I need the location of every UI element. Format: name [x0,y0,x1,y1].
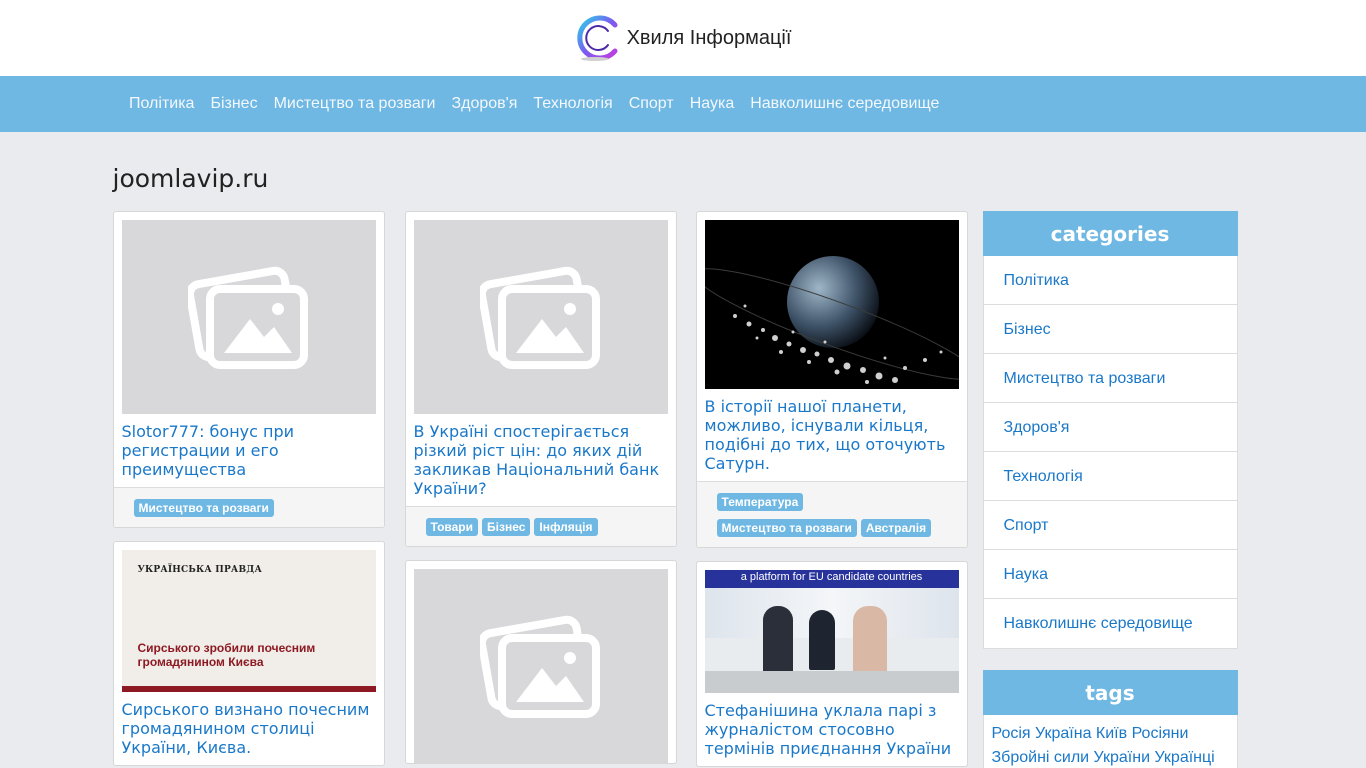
image-person-3 [852,606,887,676]
category-link[interactable]: Наука [983,550,1237,599]
image-placeholder-icon [479,266,600,369]
category-link[interactable]: Спорт [983,501,1237,550]
article-tags: Температура Мистецтво та розваги Австрал… [696,481,967,547]
category-link[interactable]: Технологія [983,452,1237,501]
tag-link[interactable]: Росія [992,725,1031,742]
nav-item-environment[interactable]: Навколишнє середовище [750,95,939,113]
tag-badge[interactable]: Товари [425,518,479,536]
article-thumbnail[interactable] [413,569,668,763]
sidebar: categories Політика Бізнес Мистецтво та … [982,211,1238,768]
image-placeholder-icon [187,266,308,369]
nav-item-politics[interactable]: Політика [129,95,194,113]
category-link[interactable]: Здоров'я [983,403,1237,452]
tag-badge[interactable]: Мистецтво та розваги [133,499,274,517]
article-tags: Товари Бізнес Інфляція [405,506,676,546]
article-title-link[interactable]: Стефанішина уклала парі з журналістом ст… [697,693,967,766]
main-nav: Політика Бізнес Мистецтво та розваги Здо… [0,76,1366,132]
article-title-link[interactable]: Slotor777: бонус при регистрации и его п… [114,414,384,487]
tags-heading: tags [982,670,1238,715]
page-title: joomlavip.ru [112,164,269,193]
nav-item-sport[interactable]: Спорт [629,95,674,113]
tag-link[interactable]: Росіяни [1132,725,1189,742]
image-text: Сирського зробили почесним громадянином … [137,641,316,669]
categories-heading: categories [982,211,1238,256]
article-card: В Україні спостерігається різкий ріст ці… [404,211,677,547]
tag-cloud: Росія Україна Київ Росіяни Збройні сили … [982,715,1238,768]
image-person-2 [808,610,835,670]
article-thumbnail[interactable]: a platform for EU candidate countries [704,570,959,693]
planet-image [704,220,959,389]
categories-widget: categories Політика Бізнес Мистецтво та … [982,211,1238,649]
article-title-link[interactable]: В Україні спостерігається різкий ріст ці… [406,414,676,506]
tags-widget: tags Росія Україна Київ Росіяни Збройні … [982,670,1238,768]
article-card: В історії нашої планети, можливо, існува… [695,211,968,548]
category-link[interactable]: Політика [983,256,1237,305]
image-heading: УКРАЇНСЬКА ПРАВДА [137,565,262,575]
image-placeholder-icon [479,615,600,718]
article-column-2: В Україні спостерігається різкий ріст ці… [404,211,677,768]
tag-badge[interactable]: Австралія [860,519,932,537]
nav-item-business[interactable]: Бізнес [210,95,257,113]
article-column-1: Slotor777: бонус при регистрации и его п… [112,211,385,768]
image-bottom-bar [121,686,376,692]
article-thumbnail[interactable] [121,220,376,414]
image-person-1 [762,606,793,676]
article-card [404,560,677,764]
image-banner-text: a platform for EU candidate countries [740,571,923,583]
tag-link[interactable]: Українці [1154,749,1214,766]
article-thumbnail[interactable]: УКРАЇНСЬКА ПРАВДА Сирського зробили поче… [121,550,376,692]
site-name: Хвиля Інформації [626,26,792,49]
category-link[interactable]: Бізнес [983,305,1237,354]
article-card: a platform for EU candidate countries Ст… [695,561,968,767]
categories-list: Політика Бізнес Мистецтво та розваги Здо… [982,256,1238,649]
nav-item-science[interactable]: Наука [690,95,735,113]
tag-link[interactable]: Україна [1035,725,1091,742]
nav-item-arts[interactable]: Мистецтво та розваги [274,95,436,113]
article-title-link[interactable]: В історії нашої планети, можливо, існува… [697,389,967,481]
category-link[interactable]: Мистецтво та розваги [983,354,1237,403]
article-column-3: В історії нашої планети, можливо, існува… [695,211,968,768]
tag-link[interactable]: Київ [1096,725,1127,742]
logo-icon [576,15,618,61]
tag-badge[interactable]: Температура [716,493,804,511]
brand-link[interactable]: Хвиля Інформації [575,13,792,63]
article-thumbnail[interactable] [704,220,959,389]
tag-link[interactable]: Збройні сили України [992,749,1151,766]
site-header: Хвиля Інформації [0,0,1366,76]
article-tags: Мистецтво та розваги [113,487,384,527]
tag-badge[interactable]: Бізнес [482,518,531,536]
image-floor [704,671,959,693]
nav-item-technology[interactable]: Технологія [533,95,612,113]
article-card: Slotor777: бонус при регистрации и его п… [112,211,385,528]
article-title-link[interactable]: Сирського визнано почесним громадянином … [114,692,384,765]
nav-item-health[interactable]: Здоров'я [451,95,517,113]
tag-badge[interactable]: Інфляція [534,518,598,536]
article-card: УКРАЇНСЬКА ПРАВДА Сирського зробили поче… [112,541,385,766]
article-thumbnail[interactable] [413,220,668,414]
tag-badge[interactable]: Мистецтво та розваги [716,519,857,537]
category-link[interactable]: Навколишнє середовище [984,599,1237,648]
